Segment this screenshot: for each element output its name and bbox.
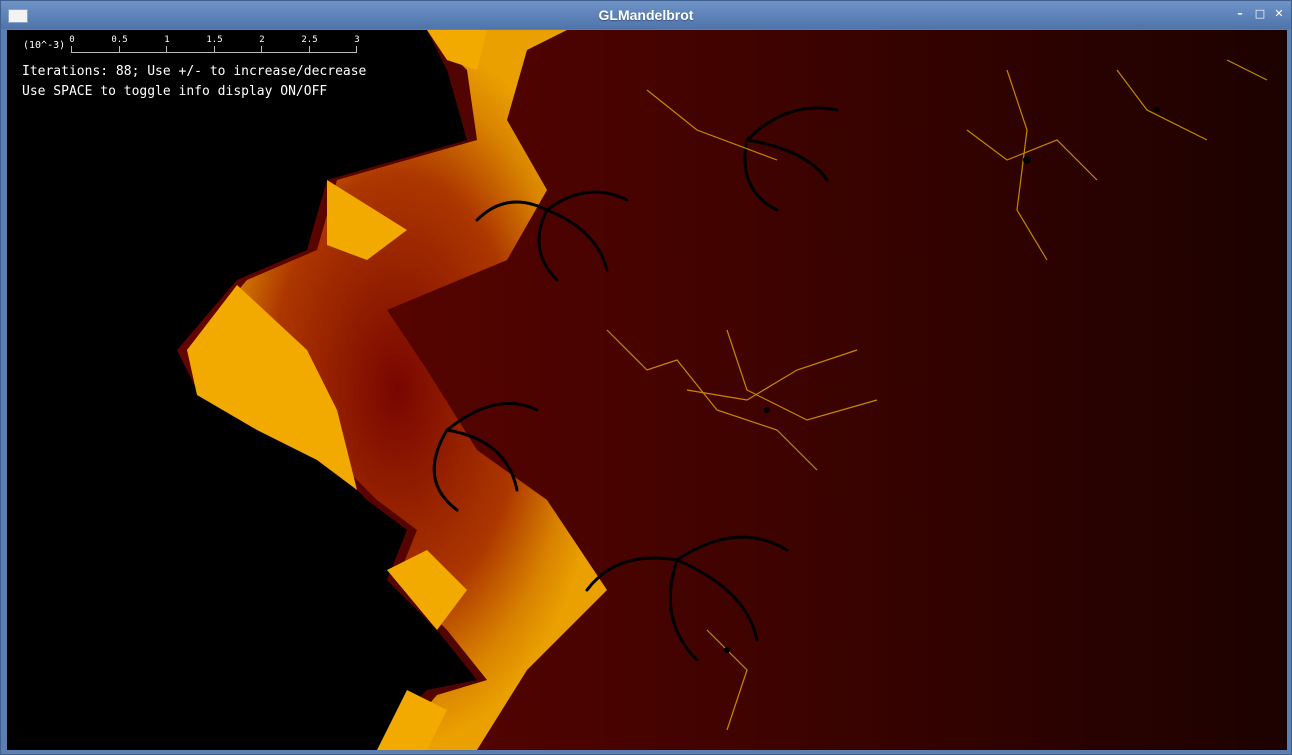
app-window: GLMandelbrot – □ ✕ (10^-3) 0 0.5 1 1.5 2… bbox=[0, 0, 1292, 755]
scale-tick bbox=[356, 46, 357, 53]
scale-tick bbox=[213, 46, 215, 53]
scale-unit-label: (10^-3) bbox=[23, 40, 66, 51]
scale-tick bbox=[71, 46, 72, 53]
scale-tick bbox=[308, 46, 310, 53]
close-button[interactable]: ✕ bbox=[1272, 7, 1286, 21]
scale-tick-label: 3 bbox=[354, 35, 360, 45]
scale-tick-label: 2.5 bbox=[301, 35, 318, 45]
info-overlay: (10^-3) 0 0.5 1 1.5 2 2.5 3 Iterations: 88; Us… bbox=[7, 30, 607, 150]
minimize-button[interactable]: – bbox=[1233, 7, 1247, 21]
scale-tick-label: 1.5 bbox=[206, 35, 223, 45]
scale-tick bbox=[118, 46, 120, 53]
scale-tick bbox=[261, 46, 262, 53]
window-title: GLMandelbrot bbox=[598, 7, 694, 23]
mandelbrot-canvas[interactable]: (10^-3) 0 0.5 1 1.5 2 2.5 3 Iterations: 88; Us… bbox=[7, 30, 1287, 750]
maximize-button[interactable]: □ bbox=[1253, 7, 1267, 21]
scale-tick-label: 0 bbox=[69, 35, 75, 45]
title-bar[interactable]: GLMandelbrot – □ ✕ bbox=[1, 1, 1291, 29]
scale-tick-label: 0.5 bbox=[111, 35, 128, 45]
scale-tick bbox=[166, 46, 167, 53]
toggle-info-hint: Use SPACE to toggle info display ON/OFF bbox=[22, 84, 328, 99]
iterations-info: Iterations: 88; Use +/- to increase/decr… bbox=[22, 64, 367, 79]
scale-tick-label: 2 bbox=[259, 35, 265, 45]
scale-tick-label: 1 bbox=[164, 35, 170, 45]
scale-bar: 0 0.5 1 1.5 2 2.5 3 bbox=[69, 32, 371, 56]
